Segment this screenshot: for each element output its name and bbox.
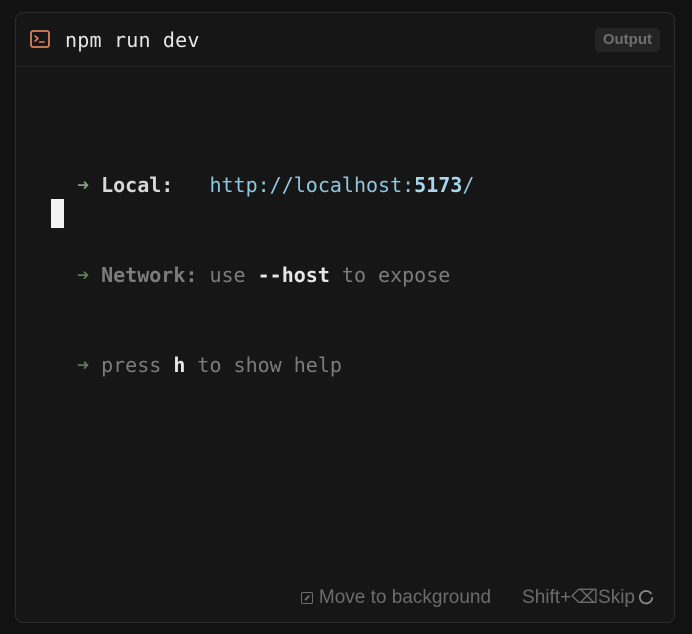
spinner-icon [638,590,654,605]
help-text-a: press [101,353,174,377]
move-to-background-icon [300,592,313,604]
terminal-line-local: ➜ Local: http://localhost:5173/ [77,170,674,200]
terminal-line-network: ➜ Network: use --host to expose [77,260,674,290]
arrow-icon: ➜ [77,353,90,377]
local-label: Local: [101,173,174,197]
network-label: Network: [101,263,198,287]
skip-button[interactable]: Skip [598,584,635,612]
command-title: npm run dev [65,28,200,52]
terminal-panel: npm run dev Output ➜ Local: http://local… [15,12,675,623]
terminal-line-help: ➜ press h to show help [77,350,674,380]
panel-footer: Move to background Shift+⌫ Skip [300,584,654,612]
arrow-icon: ➜ [77,173,90,197]
network-text-a: use [197,263,258,287]
terminal-icon [30,30,50,48]
terminal-output: ➜ Local: http://localhost:5173/ ➜ Networ… [16,110,674,440]
help-text-b: to show help [185,353,342,377]
help-key: h [173,353,186,377]
local-url-prefix[interactable]: http://localhost: [209,173,414,197]
output-badge[interactable]: Output [594,28,660,52]
terminal-cursor[interactable] [51,199,64,228]
move-to-background-button[interactable]: Move to background [319,584,491,612]
local-url-suffix[interactable]: / [462,173,474,197]
skip-shortcut-label: Shift+⌫ [522,587,599,608]
panel-header: npm run dev Output [16,13,674,67]
network-text-b: to expose [329,263,451,287]
local-url-port[interactable]: 5173 [414,173,462,197]
arrow-icon: ➜ [77,263,90,287]
host-flag: --host [257,263,330,287]
